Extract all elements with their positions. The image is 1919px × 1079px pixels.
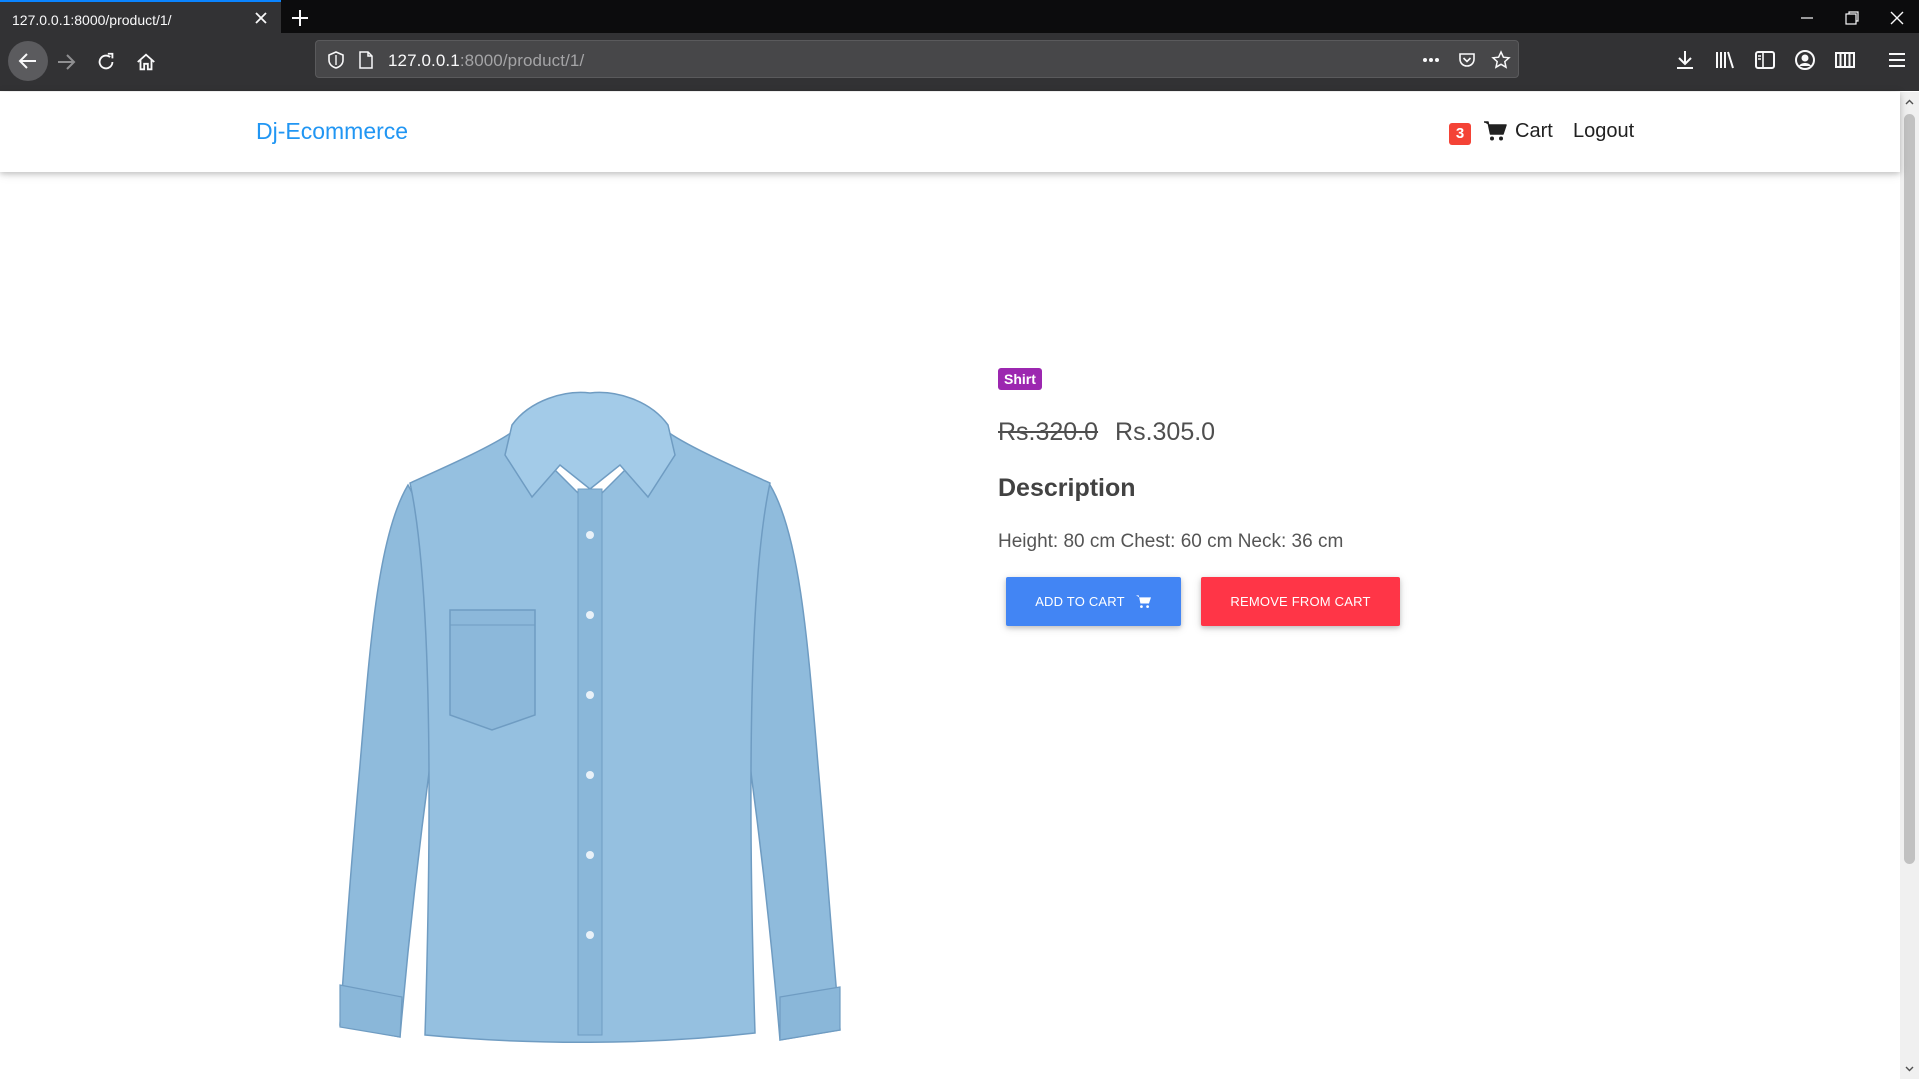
description-heading: Description <box>998 474 1136 502</box>
tab-title: 127.0.0.1:8000/product/1/ <box>12 12 172 28</box>
url-bar[interactable]: 127.0.0.1:8000/product/1/ <box>315 40 1519 78</box>
forward-button[interactable] <box>52 48 80 76</box>
scrollbar-thumb[interactable] <box>1904 114 1915 864</box>
scroll-up-icon[interactable] <box>1904 97 1915 108</box>
site-navbar: Dj-Ecommerce 3 Cart Logout <box>0 92 1900 172</box>
cart-count-badge[interactable]: 3 <box>1449 123 1471 145</box>
home-button[interactable] <box>132 48 160 76</box>
more-icon[interactable] <box>1421 50 1441 70</box>
page-icon <box>359 51 373 69</box>
pocket-icon[interactable] <box>1457 50 1477 70</box>
browser-toolbar: 127.0.0.1:8000/product/1/ <box>0 33 1919 91</box>
shirt-illustration <box>339 391 841 1044</box>
forward-arrow-icon <box>58 54 76 70</box>
restore-icon[interactable] <box>1843 9 1861 27</box>
cart-icon <box>1135 595 1151 608</box>
download-icon[interactable] <box>1673 48 1697 72</box>
sidebar-icon[interactable] <box>1753 48 1777 72</box>
menu-icon[interactable] <box>1885 48 1909 72</box>
add-to-cart-label: ADD TO CART <box>1035 594 1125 609</box>
cart-link[interactable]: Cart <box>1515 120 1553 143</box>
page-scrollbar[interactable] <box>1900 92 1919 1079</box>
category-badge[interactable]: Shirt <box>998 368 1042 390</box>
extensions-icon[interactable] <box>1833 48 1857 72</box>
description-text: Height: 80 cm Chest: 60 cm Neck: 36 cm <box>998 531 1344 552</box>
tab-strip: 127.0.0.1:8000/product/1/ <box>0 0 1919 33</box>
star-icon[interactable] <box>1491 50 1511 70</box>
brand-link[interactable]: Dj-Ecommerce <box>256 118 408 145</box>
price-row: Rs.320.0 Rs.305.0 <box>998 418 1215 447</box>
product-image <box>339 391 841 1044</box>
minimize-icon[interactable] <box>1798 9 1816 27</box>
back-button[interactable] <box>8 41 48 81</box>
original-price: Rs.320.0 <box>998 418 1099 446</box>
shield-icon[interactable] <box>326 50 346 70</box>
reload-icon <box>98 52 114 70</box>
reload-button[interactable] <box>92 48 120 76</box>
back-arrow-icon <box>18 53 36 69</box>
plus-icon[interactable] <box>288 6 312 30</box>
window-close-icon[interactable] <box>1888 9 1906 27</box>
cart-icon[interactable] <box>1483 120 1507 142</box>
logout-link[interactable]: Logout <box>1573 120 1634 143</box>
discount-price: Rs.305.0 <box>1115 418 1216 446</box>
account-icon[interactable] <box>1793 48 1817 72</box>
close-icon[interactable] <box>251 8 271 28</box>
url-path: :8000/product/1/ <box>459 51 585 70</box>
add-to-cart-button[interactable]: ADD TO CART <box>1006 577 1181 626</box>
url-host: 127.0.0.1 <box>388 51 460 70</box>
url-text[interactable]: 127.0.0.1:8000/product/1/ <box>388 51 584 71</box>
remove-from-cart-label: REMOVE FROM CART <box>1230 594 1371 609</box>
scroll-down-icon[interactable] <box>1904 1063 1915 1074</box>
browser-tab[interactable]: 127.0.0.1:8000/product/1/ <box>0 0 281 33</box>
library-icon[interactable] <box>1713 48 1737 72</box>
home-icon <box>137 53 155 71</box>
remove-from-cart-button[interactable]: REMOVE FROM CART <box>1201 577 1400 626</box>
